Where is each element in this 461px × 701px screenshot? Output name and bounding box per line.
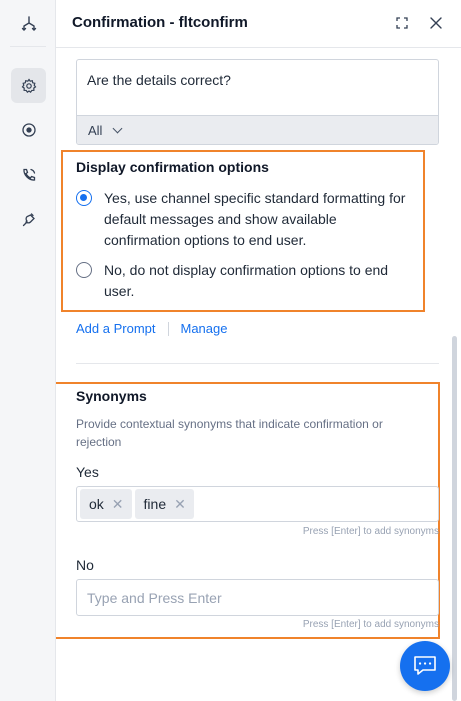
expand-icon	[396, 17, 408, 29]
option-yes-label: Yes, use channel specific standard forma…	[104, 190, 406, 248]
chat-assistant-button[interactable]	[400, 641, 450, 691]
option-yes-radio[interactable]	[76, 190, 92, 206]
flow-icon	[21, 15, 36, 31]
prompt-message-box[interactable]: Are the details correct? All	[76, 59, 439, 145]
target-button[interactable]	[11, 112, 46, 147]
synonyms-description: Provide contextual synonyms that indicat…	[76, 417, 383, 449]
flow-button[interactable]	[11, 6, 46, 41]
section-divider	[76, 363, 439, 364]
option-yes-row[interactable]: Yes, use channel specific standard forma…	[76, 188, 416, 251]
rail-separator	[10, 46, 46, 47]
yes-synonyms-label: Yes	[76, 464, 99, 480]
left-rail	[0, 0, 56, 701]
voice-call-button[interactable]	[11, 157, 46, 192]
target-icon	[21, 122, 36, 137]
prompt-text: Are the details correct?	[87, 72, 231, 88]
plug-icon	[22, 212, 35, 226]
settings-icon	[21, 77, 36, 93]
yes-synonyms-hint: Press [Enter] to add synonyms	[302, 526, 439, 537]
synonym-tag: ok ✕	[80, 489, 132, 519]
display-options-title: Display confirmation options	[76, 159, 269, 175]
no-synonyms-hint: Press [Enter] to add synonyms	[302, 619, 439, 630]
close-icon	[430, 17, 442, 29]
remove-tag-icon[interactable]: ✕	[174, 496, 186, 513]
remove-tag-icon[interactable]: ✕	[112, 496, 124, 513]
synonym-tag-text: fine	[143, 496, 167, 512]
synonym-tag: fine ✕	[134, 489, 194, 519]
chat-icon	[414, 656, 436, 675]
scrollbar[interactable]	[452, 336, 457, 701]
voice-call-icon	[22, 168, 35, 181]
channel-selector[interactable]: All	[77, 115, 438, 144]
option-no-radio[interactable]	[76, 262, 92, 278]
no-synonyms-input[interactable]	[76, 579, 439, 616]
manage-link[interactable]: Manage	[181, 321, 228, 336]
synonym-tag-text: ok	[89, 496, 104, 512]
plug-button[interactable]	[11, 202, 46, 237]
option-no-label: No, do not display confirmation options …	[104, 262, 389, 299]
channel-value: All	[88, 122, 103, 138]
panel-header: Confirmation - fltconfirm	[56, 0, 461, 48]
synonyms-title: Synonyms	[76, 388, 147, 404]
option-no-row[interactable]: No, do not display confirmation options …	[76, 260, 416, 302]
settings-button[interactable]	[11, 68, 46, 103]
yes-synonyms-input[interactable]: ok ✕ fine ✕	[76, 486, 439, 522]
close-button[interactable]	[426, 13, 446, 33]
add-prompt-link[interactable]: Add a Prompt	[76, 321, 156, 336]
chevron-down-icon	[113, 123, 123, 133]
page-title: Confirmation - fltconfirm	[72, 14, 248, 31]
no-synonyms-label: No	[76, 557, 94, 573]
panel-content[interactable]: Are the details correct? All Display con…	[56, 49, 450, 701]
link-divider	[167, 321, 169, 336]
expand-button[interactable]	[392, 13, 412, 33]
prompt-links: Add a Prompt Manage	[76, 321, 227, 336]
